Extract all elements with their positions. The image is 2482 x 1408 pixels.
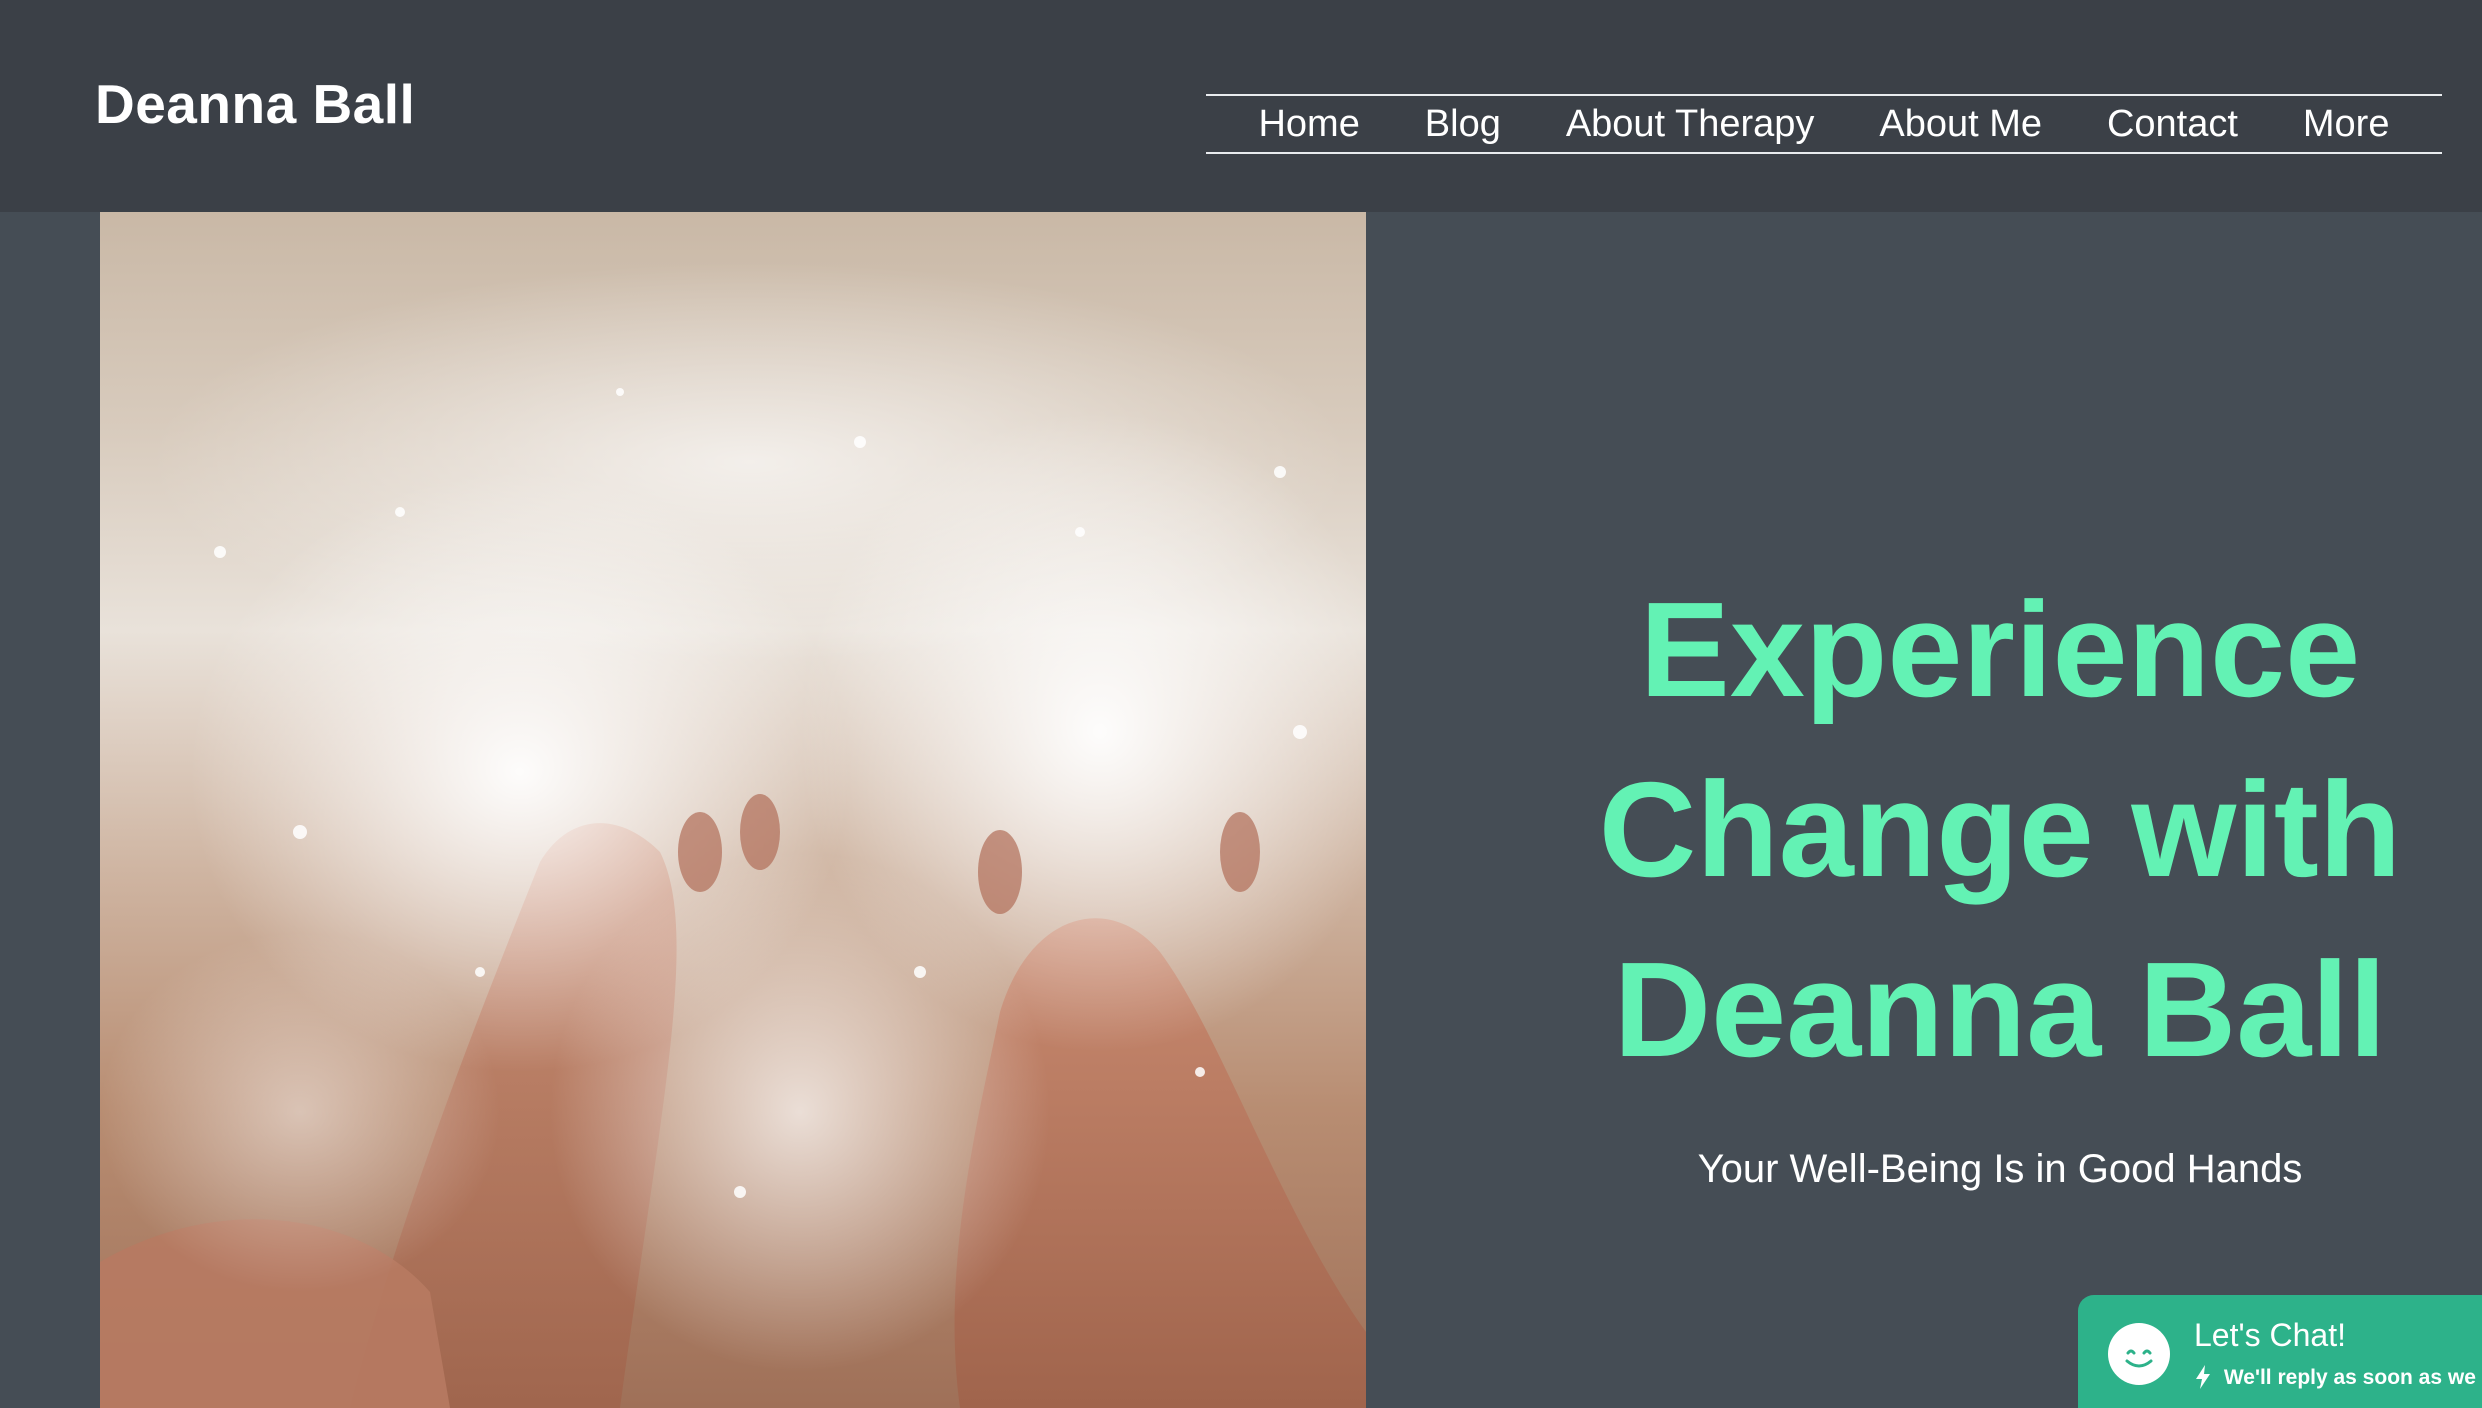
nav-item-about-me[interactable]: About Me xyxy=(1879,103,2042,146)
nav-item-about-therapy[interactable]: About Therapy xyxy=(1566,103,1815,146)
hero-heading: Experience Change with Deanna Ball xyxy=(1420,560,2482,1100)
hero-image-feet-in-surf xyxy=(100,212,1366,1408)
site-header: Deanna Ball Home Blog About Therapy Abou… xyxy=(0,0,2482,212)
chat-title: Let's Chat! xyxy=(2194,1317,2346,1353)
nav-item-blog[interactable]: Blog xyxy=(1425,103,1501,146)
hero-tagline: Your Well-Being Is in Good Hands xyxy=(1697,1147,2303,1191)
smiley-icon xyxy=(2108,1323,2170,1385)
hero-heading-line-3: Deanna Ball xyxy=(1613,934,2387,1085)
main-nav: Home Blog About Therapy About Me Contact… xyxy=(1206,94,2442,154)
hero-photo-illustration xyxy=(100,262,1366,1408)
site-title[interactable]: Deanna Ball xyxy=(95,72,415,136)
chat-widget[interactable]: Let's Chat! We'll reply as soon as we ca xyxy=(2078,1295,2482,1408)
nav-item-home[interactable]: Home xyxy=(1258,103,1359,146)
nav-item-contact[interactable]: Contact xyxy=(2107,103,2238,146)
chat-subtitle: We'll reply as soon as we ca xyxy=(2223,1366,2482,1389)
chat-subtitle-row: We'll reply as soon as we ca xyxy=(2194,1365,2482,1390)
hero-heading-line-1: Experience xyxy=(1639,574,2361,725)
lightning-icon xyxy=(2194,1365,2218,1389)
hero-heading-line-2: Change with xyxy=(1598,754,2402,905)
nav-item-more[interactable]: More xyxy=(2303,103,2390,146)
